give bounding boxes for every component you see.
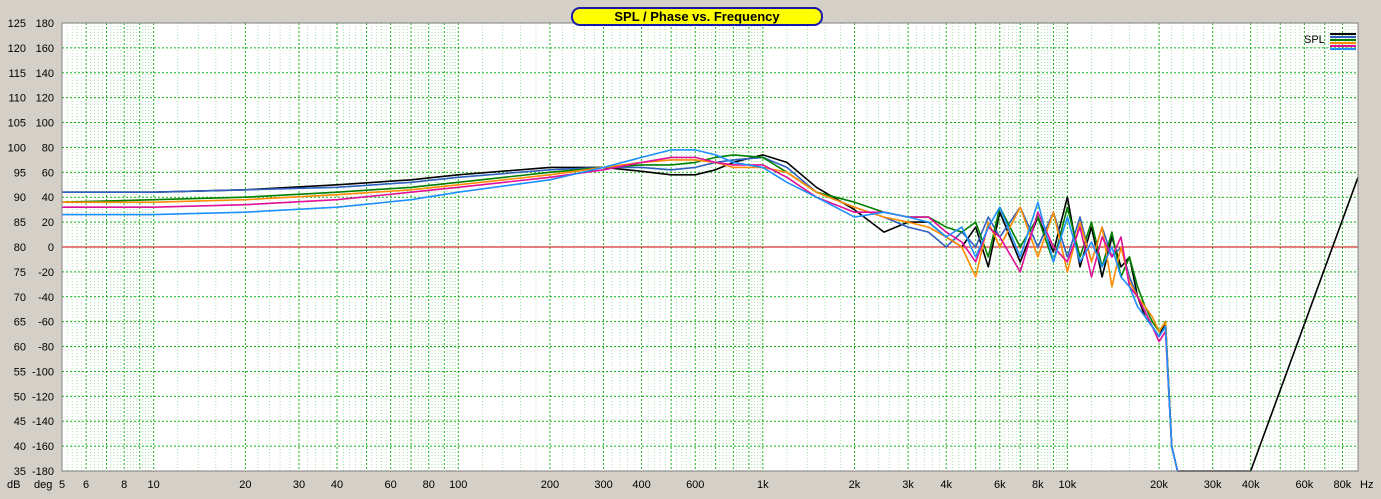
- y-tick-label-phase: -40: [38, 292, 54, 304]
- y-tick-label-phase: -140: [32, 416, 54, 428]
- y-tick-label-phase: -120: [32, 391, 54, 403]
- x-tick-label: 10: [148, 479, 160, 491]
- y-tick-label-phase: 40: [42, 192, 54, 204]
- legend-swatch-6: [1330, 48, 1356, 50]
- y-tick-label-spl: 85: [14, 217, 26, 229]
- legend-swatches: [1330, 33, 1356, 51]
- legend-swatch-5: [1330, 45, 1356, 47]
- y-tick-label-phase: 80: [42, 142, 54, 154]
- y-tick-label-phase: -60: [38, 317, 54, 329]
- x-tick-label: 20: [239, 479, 251, 491]
- y-tick-label-phase: -20: [38, 267, 54, 279]
- x-tick-label: 100: [449, 479, 467, 491]
- y-axis-phase-unit: deg: [34, 479, 52, 491]
- x-tick-label: 60k: [1295, 479, 1313, 491]
- y-tick-label-spl: 105: [8, 118, 26, 130]
- x-tick-label: 20k: [1150, 479, 1168, 491]
- y-tick-label-spl: 110: [8, 93, 26, 105]
- y-tick-label-phase: -180: [32, 466, 54, 478]
- legend-swatch-4: [1330, 42, 1356, 44]
- x-tick-label: 300: [594, 479, 612, 491]
- x-tick-label: 40: [331, 479, 343, 491]
- y-tick-label-spl: 65: [14, 317, 26, 329]
- legend: SPL: [1300, 32, 1358, 54]
- x-tick-label: 80k: [1334, 479, 1352, 491]
- y-tick-label-phase: 160: [36, 43, 54, 55]
- x-tick-label: 6k: [994, 479, 1006, 491]
- x-tick-label: 30: [293, 479, 305, 491]
- y-tick-label-spl: 125: [8, 18, 26, 30]
- x-tick-label: 200: [541, 479, 559, 491]
- y-tick-label-spl: 80: [14, 242, 26, 254]
- y-tick-label-spl: 100: [8, 142, 26, 154]
- y-tick-label-phase: 140: [36, 68, 54, 80]
- y-tick-label-phase: 0: [48, 242, 54, 254]
- y-tick-label-spl: 50: [14, 391, 26, 403]
- y-tick-label-spl: 40: [14, 441, 26, 453]
- y-tick-label-spl: 115: [8, 68, 26, 80]
- x-tick-label: 400: [632, 479, 650, 491]
- y-tick-label-phase: 20: [42, 217, 54, 229]
- y-tick-label-spl: 45: [14, 416, 26, 428]
- y-tick-label-spl: 60: [14, 342, 26, 354]
- y-tick-label-spl: 70: [14, 292, 26, 304]
- y-tick-label-spl: 75: [14, 267, 26, 279]
- x-tick-label: 10k: [1058, 479, 1076, 491]
- y-axis-phase-labels: 180 160 140 120 100 80 60 40 20 0 -20 -40 -60 -80 -100…: [32, 18, 54, 478]
- y-tick-label-phase: 180: [36, 18, 54, 30]
- y-tick-label-spl: 35: [14, 466, 26, 478]
- x-tick-label: 3k: [902, 479, 914, 491]
- y-tick-label-phase: 100: [36, 118, 54, 130]
- x-tick-label: 80: [423, 479, 435, 491]
- x-axis-unit: Hz: [1360, 479, 1373, 491]
- x-tick-label: 60: [385, 479, 397, 491]
- x-tick-label: 30k: [1204, 479, 1222, 491]
- y-tick-label-phase: 120: [36, 93, 54, 105]
- y-tick-label-phase: -80: [38, 342, 54, 354]
- y-tick-label-spl: 90: [14, 192, 26, 204]
- y-tick-label-spl: 120: [8, 43, 26, 55]
- x-tick-label: 1k: [757, 479, 769, 491]
- x-tick-label: 5: [59, 479, 65, 491]
- y-tick-label-phase: -160: [32, 441, 54, 453]
- chart-canvas: 1251201151101051009590858075706560555045…: [7, 18, 1373, 491]
- y-tick-label-phase: -100: [32, 366, 54, 378]
- legend-label: SPL: [1304, 34, 1325, 46]
- chart-window: 125 120 115 110 105 100 95 90 85 80 75 70 65 60 55 50 45…: [0, 0, 1381, 499]
- legend-swatch-1: [1330, 33, 1356, 35]
- x-tick-label: 600: [686, 479, 704, 491]
- legend-swatch-3: [1330, 39, 1356, 41]
- x-tick-label: 4k: [940, 479, 952, 491]
- y-tick-label-phase: 60: [42, 167, 54, 179]
- x-tick-label: 40k: [1242, 479, 1260, 491]
- y-tick-label-spl: 55: [14, 366, 26, 378]
- x-tick-label: 8k: [1032, 479, 1044, 491]
- y-axis-spl-labels: 125 120 115 110 105 100 95 90 85 80 75 70 65 60 55 50 45…: [8, 18, 26, 478]
- x-tick-label: 6: [83, 479, 89, 491]
- y-tick-label-spl: 95: [14, 167, 26, 179]
- chart-title: SPL / Phase vs. Frequency: [571, 7, 823, 26]
- x-axis-labels: 5 6 8 10 20 30 40 60 80 100 200 300 400 600 1k 2k 3k 4k 6k…: [59, 479, 1352, 491]
- x-tick-label: 2k: [849, 479, 861, 491]
- y-axis-spl-unit: dB: [7, 479, 20, 491]
- x-tick-label: 8: [121, 479, 127, 491]
- legend-swatch-2: [1330, 36, 1356, 38]
